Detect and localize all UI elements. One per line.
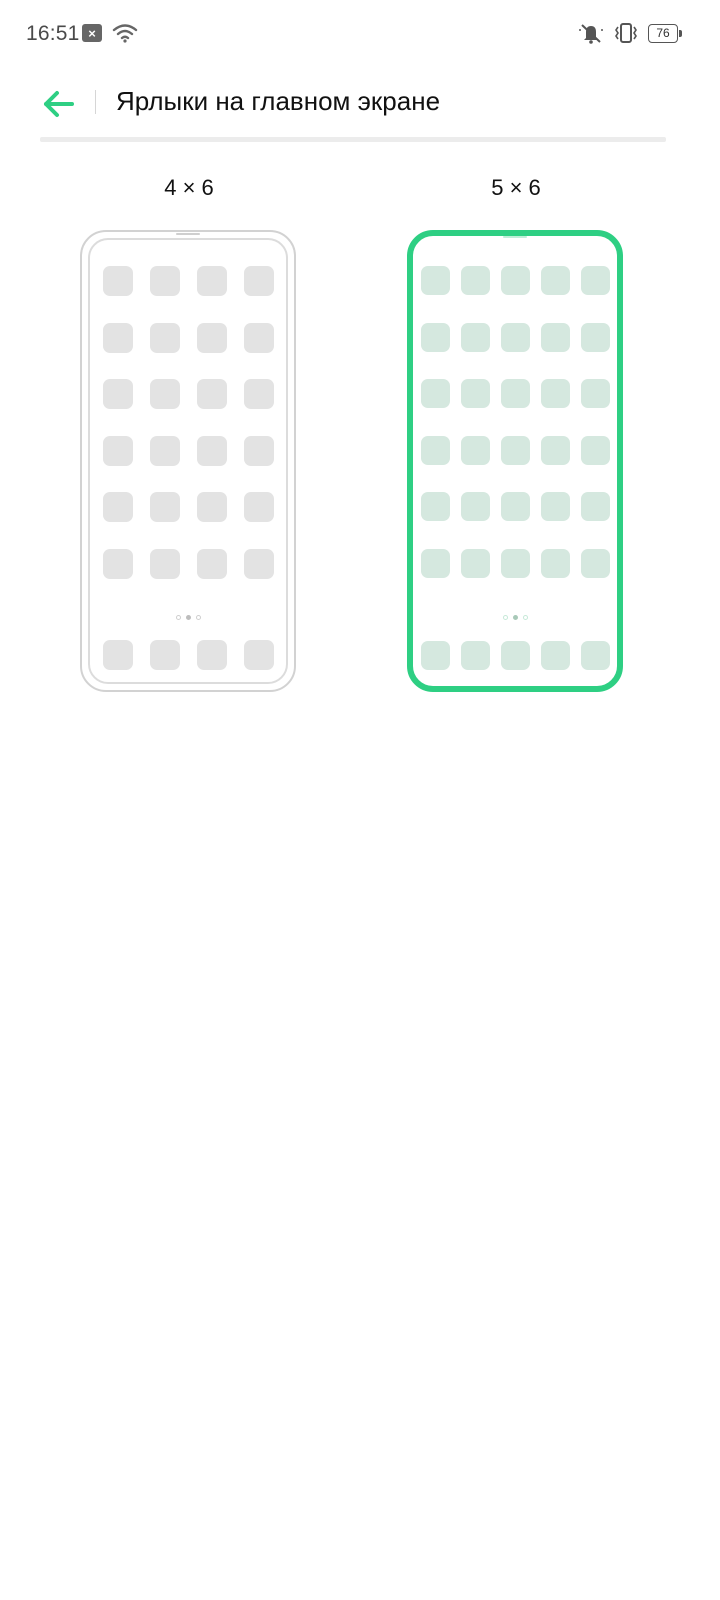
app-icon-placeholder: [580, 492, 610, 521]
back-button[interactable]: [38, 86, 78, 122]
layout-option-5x6[interactable]: 5 × 6: [401, 168, 631, 692]
app-icon-placeholder: [196, 640, 227, 670]
icon-grid: [413, 266, 617, 578]
app-icon-placeholder: [540, 379, 570, 408]
app-icon-placeholder: [102, 548, 133, 579]
page-indicator: [82, 615, 294, 620]
app-icon-placeholder: [460, 322, 490, 352]
vibrate-icon: [615, 23, 637, 43]
dock: [413, 641, 617, 670]
app-icon-placeholder: [500, 492, 530, 521]
app-icon-placeholder: [243, 322, 274, 353]
app-icon-placeholder: [500, 379, 530, 408]
app-icon-placeholder: [580, 548, 610, 578]
app-icon-placeholder: [243, 379, 274, 409]
app-icon-placeholder: [149, 379, 180, 409]
app-icon-placeholder: [149, 492, 180, 522]
app-icon-placeholder: [540, 548, 570, 578]
app-icon-placeholder: [243, 548, 274, 579]
app-icon-placeholder: [196, 492, 227, 522]
battery-level: 76: [648, 23, 678, 43]
app-icon-placeholder: [102, 435, 133, 466]
app-icon-placeholder: [460, 379, 490, 408]
app-icon-placeholder: [243, 640, 274, 670]
app-icon-placeholder: [540, 641, 570, 670]
app-icon-placeholder: [420, 266, 450, 295]
option-label: 4 × 6: [164, 175, 214, 200]
app-icon-placeholder: [540, 435, 570, 465]
app-icon-placeholder: [500, 548, 530, 578]
header: Ярлыки на главном экране: [0, 70, 720, 140]
app-icon-placeholder: [149, 322, 180, 353]
app-icon-placeholder: [540, 266, 570, 295]
app-icon-placeholder: [580, 266, 610, 295]
app-icon-placeholder: [420, 322, 450, 352]
header-divider: [95, 90, 96, 114]
phone-preview-5x6: [407, 230, 623, 692]
status-time: 16:51: [26, 22, 80, 45]
app-icon-placeholder: [500, 266, 530, 295]
app-icon-placeholder: [243, 492, 274, 522]
icon-grid: [82, 266, 294, 579]
header-divider-line: [40, 137, 666, 142]
app-icon-placeholder: [102, 492, 133, 522]
app-icon-placeholder: [243, 435, 274, 466]
app-icon-placeholder: [102, 322, 133, 353]
app-icon-placeholder: [102, 640, 133, 670]
app-icon-placeholder: [420, 548, 450, 578]
app-icon-placeholder: [460, 641, 490, 670]
mute-icon: [579, 24, 603, 44]
status-bar: 16:51 × 76: [0, 0, 720, 70]
app-icon-placeholder: [580, 379, 610, 408]
app-icon-placeholder: [500, 641, 530, 670]
speaker-notch: [503, 236, 527, 238]
app-icon-placeholder: [149, 266, 180, 296]
app-icon-placeholder: [540, 322, 570, 352]
screen: 16:51 × 76 Ярлыки на главном экране 4 × …: [0, 0, 720, 1600]
app-icon-placeholder: [196, 379, 227, 409]
app-icon-placeholder: [460, 435, 490, 465]
app-icon-placeholder: [196, 435, 227, 466]
app-icon-placeholder: [420, 492, 450, 521]
app-icon-placeholder: [460, 492, 490, 521]
app-icon-placeholder: [500, 322, 530, 352]
app-icon-placeholder: [102, 379, 133, 409]
app-icon-placeholder: [149, 548, 180, 579]
wifi-icon: [112, 24, 138, 43]
app-icon-placeholder: [196, 266, 227, 296]
app-icon-placeholder: [580, 641, 610, 670]
page-title: Ярлыки на главном экране: [116, 86, 441, 116]
speaker-notch: [176, 233, 200, 235]
app-icon-placeholder: [420, 379, 450, 408]
app-icon-placeholder: [500, 435, 530, 465]
dock: [82, 640, 294, 670]
app-icon-placeholder: [196, 322, 227, 353]
app-icon-placeholder: [420, 641, 450, 670]
close-box-icon: ×: [82, 24, 102, 42]
app-icon-placeholder: [460, 548, 490, 578]
layout-option-4x6[interactable]: 4 × 6: [74, 168, 304, 692]
app-icon-placeholder: [460, 266, 490, 295]
app-icon-placeholder: [580, 322, 610, 352]
phone-preview-4x6: [80, 230, 296, 692]
app-icon-placeholder: [540, 492, 570, 521]
app-icon-placeholder: [149, 435, 180, 466]
arrow-left-icon: [44, 91, 74, 117]
app-icon-placeholder: [102, 266, 133, 296]
battery-indicator: 76: [648, 23, 682, 43]
page-indicator: [413, 615, 617, 620]
app-icon-placeholder: [149, 640, 180, 670]
app-icon-placeholder: [580, 435, 610, 465]
option-label: 5 × 6: [491, 175, 541, 200]
app-icon-placeholder: [196, 548, 227, 579]
app-icon-placeholder: [420, 435, 450, 465]
app-icon-placeholder: [243, 266, 274, 296]
